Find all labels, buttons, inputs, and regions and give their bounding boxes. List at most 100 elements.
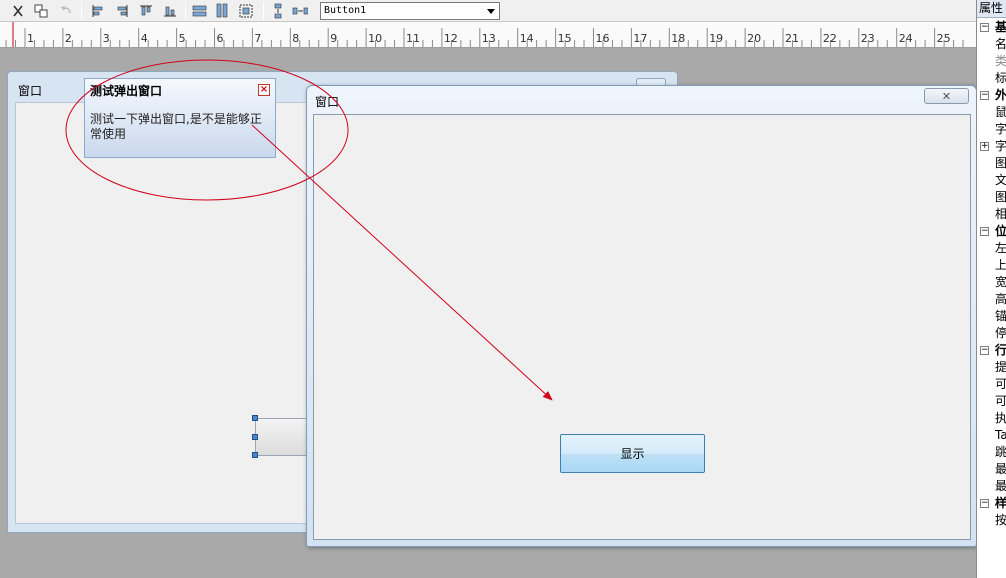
vertical-spacing-icon[interactable] [270,3,286,19]
show-button-label: 显示 [620,447,645,461]
property-item[interactable]: 图 [977,155,1006,172]
collapse-icon[interactable]: − [980,499,989,508]
property-category[interactable]: − 样 [977,495,1006,512]
same-size-icon[interactable] [238,3,254,19]
property-item[interactable]: 执 [977,410,1006,427]
properties-panel: 属性 −基名类标−外鼠字+字图文图相−位左上宽高锚停−行提可可执Ta跳最最−样按 [976,0,1006,578]
property-item[interactable]: + 字 [977,138,1006,155]
preview-close-button[interactable]: ✕ [924,88,969,104]
align-top-icon[interactable] [138,3,154,19]
toolbar: Button1 [0,0,976,22]
ruler-label: 25 [937,32,951,45]
ruler-label: 2 [65,32,72,45]
toolbar-separator [185,2,186,20]
property-item[interactable]: Ta [977,427,1006,444]
ruler-label: 22 [823,32,837,45]
collapse-icon[interactable]: − [980,346,989,355]
ruler-label: 10 [368,32,382,45]
property-item[interactable]: 图 [977,189,1006,206]
property-item[interactable]: 标 [977,70,1006,87]
ruler-label: 5 [179,32,186,45]
property-item[interactable]: 可 [977,376,1006,393]
horizontal-ruler: 1 2 3 4 5 6 7 8 9 10 11 12 13 14 15 16 17 18 19 20 21 22 23 24 2… [0,22,976,48]
close-icon: ✕ [941,89,952,103]
ruler-label: 20 [747,32,761,45]
expand-icon[interactable]: + [980,142,989,151]
ruler-label: 7 [254,32,261,45]
copy-icon[interactable] [33,3,49,19]
property-label: 位 [995,224,1006,238]
property-category[interactable]: − 行 [977,342,1006,359]
ruler-label: 6 [217,32,224,45]
property-label: 行 [995,343,1006,357]
property-label: 外 [995,88,1006,102]
designer-window-title: 窗口 [18,84,43,98]
property-item[interactable]: 文 [977,172,1006,189]
ruler-label: 19 [709,32,723,45]
preview-window[interactable]: 窗口 ✕ 显示 [306,85,977,547]
ruler-label: 4 [141,32,148,45]
undo-icon[interactable] [58,3,74,19]
control-selector-combo[interactable]: Button1 [320,2,500,20]
property-item[interactable]: 最 [977,461,1006,478]
resize-handle[interactable] [252,415,258,421]
property-item[interactable]: 字 [977,121,1006,138]
ruler-label: 11 [406,32,420,45]
property-item[interactable]: 可 [977,393,1006,410]
property-category[interactable]: − 位 [977,223,1006,240]
align-bottom-icon[interactable] [162,3,178,19]
chevron-down-icon[interactable] [483,3,499,19]
property-category[interactable]: − 外 [977,87,1006,104]
ruler-label: 13 [482,32,496,45]
ruler-label: 12 [444,32,458,45]
ruler-scale: 1 2 3 4 5 6 7 8 9 10 11 12 13 14 15 16 17 18 19 20 21 22 23 24 2… [5,22,964,47]
property-item[interactable]: 鼠 [977,104,1006,121]
collapse-icon[interactable]: − [980,23,989,32]
property-item[interactable]: 提 [977,359,1006,376]
property-item[interactable]: 停 [977,325,1006,342]
preview-client-area: 显示 [313,114,971,540]
property-item[interactable]: 锚 [977,308,1006,325]
resize-handle[interactable] [252,452,258,458]
popup-message: 测试一下弹出窗口,是不是能够正常使用 [90,112,262,141]
property-item[interactable]: 宽 [977,274,1006,291]
property-category[interactable]: − 基 [977,19,1006,36]
properties-header: 属性 [977,0,1006,18]
ruler-label: 14 [520,32,534,45]
property-item[interactable]: 上 [977,257,1006,274]
align-left-icon[interactable] [90,3,106,19]
collapse-icon[interactable]: − [980,91,989,100]
property-item[interactable]: 左 [977,240,1006,257]
popup-notification: 测试弹出窗口 × 测试一下弹出窗口,是不是能够正常使用 [84,78,276,158]
show-button[interactable]: 显示 [560,434,705,473]
ruler-label: 9 [330,32,337,45]
same-height-icon[interactable] [214,3,230,19]
property-item[interactable]: 跳 [977,444,1006,461]
collapse-icon[interactable]: − [980,227,989,236]
ruler-label: 17 [633,32,647,45]
ruler-label: 21 [785,32,799,45]
toolbar-separator [263,2,264,20]
same-width-icon[interactable] [192,3,208,19]
ruler-label: 1 [27,32,34,45]
cut-icon[interactable] [10,3,26,19]
ruler-label: 24 [899,32,913,45]
close-icon[interactable]: × [258,84,270,96]
align-right-icon[interactable] [114,3,130,19]
property-label: 基 [995,20,1006,34]
ruler-label: 23 [861,32,875,45]
control-selector-value: Button1 [324,5,367,16]
property-item[interactable]: 高 [977,291,1006,308]
toolbar-separator [81,2,82,20]
ruler-label: 15 [558,32,572,45]
ruler-label: 8 [292,32,299,45]
property-item[interactable]: 相 [977,206,1006,223]
property-label: 样 [995,496,1006,510]
resize-handle[interactable] [252,434,258,440]
property-item[interactable]: 类 [977,53,1006,70]
property-item[interactable]: 名 [977,36,1006,53]
property-item[interactable]: 最 [977,478,1006,495]
property-item[interactable]: 按 [977,512,1006,529]
ruler-label: 16 [596,32,610,45]
horizontal-spacing-icon[interactable] [292,3,308,19]
